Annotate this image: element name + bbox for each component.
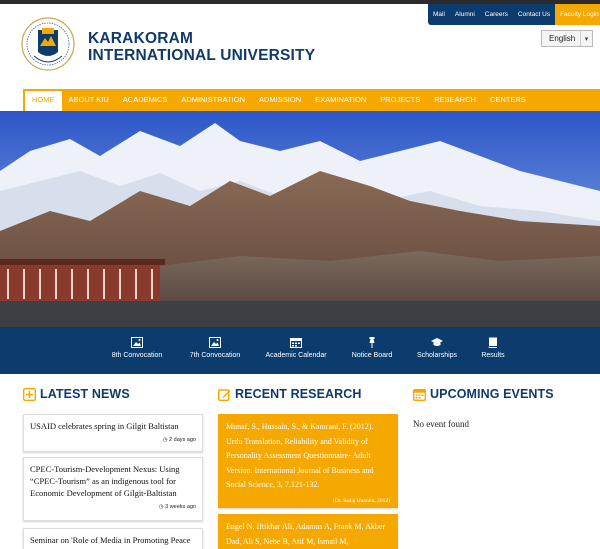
quick-link-8th-convocation[interactable]: 8th Convocation bbox=[104, 327, 170, 374]
quick-link-scholarships[interactable]: Scholarships bbox=[410, 327, 464, 374]
brand-line-2: INTERNATIONAL UNIVERSITY bbox=[88, 47, 316, 64]
nav-research[interactable]: RESEARCH bbox=[427, 89, 483, 111]
no-event-message: No event found bbox=[413, 419, 469, 429]
nav-centers[interactable]: CENTERS bbox=[483, 89, 533, 111]
graduation-cap-icon bbox=[431, 338, 443, 346]
research-citation: Munaf, S., Hussain, S., & Kamrani, F. (2… bbox=[226, 422, 374, 489]
latest-news-title: LATEST NEWS bbox=[40, 387, 130, 401]
pushpin-icon bbox=[369, 337, 375, 348]
edit-icon bbox=[218, 388, 231, 401]
research-item[interactable]: Engel N, Iftikhar Ali, Adamus A, Frank M… bbox=[218, 514, 398, 549]
quick-link-label: Scholarships bbox=[416, 352, 458, 359]
plus-square-icon bbox=[23, 387, 36, 401]
nav-academics[interactable]: ACADEMICS bbox=[116, 89, 175, 111]
nav-about[interactable]: ABOUT KIU bbox=[62, 89, 116, 111]
quick-link-academic-calendar[interactable]: Academic Calendar bbox=[260, 327, 332, 374]
main-nav: HOME ABOUT KIU ACADEMICS ADMINISTRATION … bbox=[23, 89, 600, 111]
nav-examination[interactable]: EXAMINATION bbox=[308, 89, 373, 111]
university-name[interactable]: KARAKORAM INTERNATIONAL UNIVERSITY bbox=[88, 30, 315, 64]
nav-administration[interactable]: ADMINISTRATION bbox=[174, 89, 252, 111]
utility-links: Mail Alumni Careers Contact Us Faculty L… bbox=[428, 4, 600, 25]
latest-news-heading: LATEST NEWS bbox=[23, 387, 130, 401]
image-icon bbox=[131, 337, 143, 348]
news-item[interactable]: CPEC-Tourism-Development Nexus: Using “C… bbox=[23, 457, 203, 521]
faculty-login-link[interactable]: Faculty Login bbox=[555, 4, 600, 25]
brand-line-1: KARAKORAM bbox=[88, 30, 194, 47]
chevron-down-icon: ▾ bbox=[580, 31, 592, 46]
recent-research-title: RECENT RESEARCH bbox=[235, 387, 362, 401]
language-select[interactable]: English ▾ bbox=[541, 30, 593, 47]
quick-link-label: 8th Convocation bbox=[111, 352, 163, 359]
nav-projects[interactable]: PROJECTS bbox=[373, 89, 427, 111]
language-selected: English bbox=[549, 34, 576, 43]
mail-link[interactable]: Mail bbox=[428, 4, 450, 25]
news-item[interactable]: Seminar on 'Role of Media in Promoting P… bbox=[23, 528, 203, 549]
recent-research-heading: RECENT RESEARCH bbox=[218, 387, 362, 401]
quick-link-label: Academic Calendar bbox=[265, 352, 327, 359]
news-title: Seminar on 'Role of Media in Promoting P… bbox=[30, 535, 191, 545]
hero-banner-image bbox=[0, 111, 600, 327]
news-title: USAID celebrates spring in Gilgit Baltis… bbox=[30, 421, 179, 431]
nav-home[interactable]: HOME bbox=[25, 91, 62, 111]
research-author: (Dr. Sadaj Hussain, 2012) bbox=[333, 497, 390, 504]
quick-link-notice-board[interactable]: Notice Board bbox=[344, 327, 400, 374]
image-icon bbox=[209, 337, 221, 348]
news-meta: ◷ 2 days ago bbox=[162, 437, 196, 443]
calendar-icon bbox=[290, 338, 302, 348]
university-logo[interactable] bbox=[20, 14, 76, 74]
upcoming-events-heading: UPCOMING EVENTS bbox=[413, 387, 554, 401]
book-icon bbox=[488, 337, 497, 348]
quick-link-7th-convocation[interactable]: 7th Convocation bbox=[182, 327, 248, 374]
quick-link-label: Results bbox=[481, 352, 505, 359]
quick-link-label: 7th Convocation bbox=[189, 352, 241, 359]
research-citation: Engel N, Iftikhar Ali, Adamus A, Frank M… bbox=[226, 522, 386, 546]
news-meta: ◷ 3 weeks ago bbox=[158, 504, 196, 510]
news-time: 3 weeks ago bbox=[165, 504, 196, 510]
contact-us-link[interactable]: Contact Us bbox=[513, 4, 555, 25]
alumni-link[interactable]: Alumni bbox=[450, 4, 480, 25]
news-item[interactable]: USAID celebrates spring in Gilgit Baltis… bbox=[23, 414, 203, 452]
quick-links-band: 8th Convocation 7th Convocation Academic… bbox=[0, 327, 600, 374]
careers-link[interactable]: Careers bbox=[480, 4, 513, 25]
research-item[interactable]: Munaf, S., Hussain, S., & Kamrani, F. (2… bbox=[218, 414, 398, 508]
quick-link-results[interactable]: Results bbox=[474, 327, 512, 374]
news-time: 2 days ago bbox=[169, 437, 196, 443]
news-title: CPEC-Tourism-Development Nexus: Using “C… bbox=[30, 464, 180, 498]
quick-link-label: Notice Board bbox=[351, 352, 393, 359]
nav-admission[interactable]: ADMISSION bbox=[252, 89, 308, 111]
upcoming-events-title: UPCOMING EVENTS bbox=[430, 387, 554, 401]
calendar-icon bbox=[413, 388, 426, 401]
